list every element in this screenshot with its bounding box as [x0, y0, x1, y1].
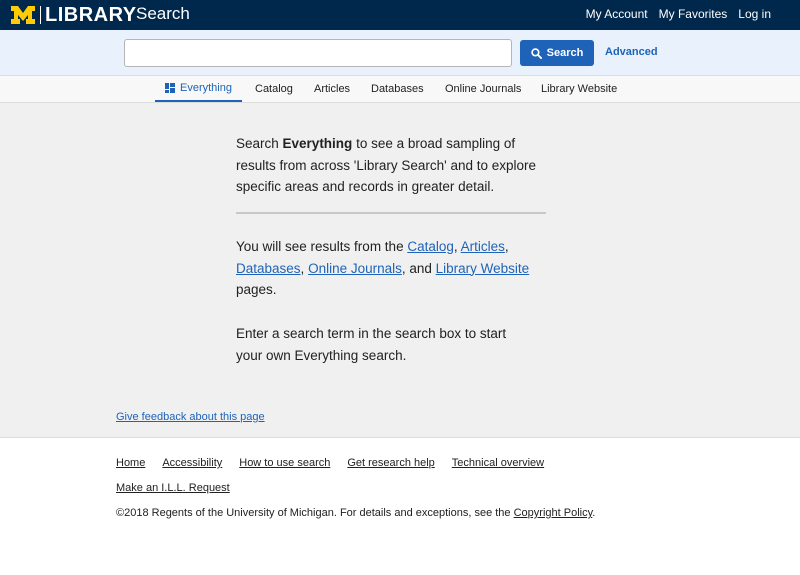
- feedback-link[interactable]: Give feedback about this page: [116, 410, 265, 424]
- library-website-link[interactable]: Library Website: [436, 261, 530, 276]
- articles-link[interactable]: Articles: [461, 239, 505, 254]
- search-input[interactable]: [124, 39, 512, 67]
- section-divider: [236, 212, 546, 214]
- copyright-policy-link[interactable]: Copyright Policy: [514, 507, 593, 519]
- app-title: Search: [136, 4, 190, 23]
- advanced-search-link[interactable]: Advanced: [605, 45, 658, 59]
- footer-research-help-link[interactable]: Get research help: [347, 456, 434, 470]
- intro-bold: Everything: [282, 136, 353, 151]
- site-footer: Home Accessibility How to use search Get…: [0, 439, 800, 575]
- footer-accessibility-link[interactable]: Accessibility: [162, 456, 222, 470]
- databases-link[interactable]: Databases: [236, 261, 301, 276]
- footer-technical-overview-link[interactable]: Technical overview: [452, 456, 544, 470]
- search-tabs: Everything Catalog Articles Databases On…: [0, 75, 800, 103]
- results-sources-text: You will see results from the Catalog, A…: [236, 239, 530, 297]
- tab-catalog[interactable]: Catalog: [255, 76, 293, 102]
- tab-everything[interactable]: Everything: [155, 76, 242, 102]
- main-content: Search Everything to see a broad samplin…: [0, 103, 800, 438]
- library-logo[interactable]: LIBRARY: [11, 4, 137, 26]
- footer-how-to-use-link[interactable]: How to use search: [239, 456, 330, 470]
- search-button[interactable]: Search: [520, 40, 594, 66]
- footer-links: Home Accessibility How to use search Get…: [116, 456, 544, 470]
- copyright-text: ©2018 Regents of the University of Michi…: [116, 507, 596, 519]
- log-in-link[interactable]: Log in: [738, 6, 771, 22]
- logo-text: LIBRARY: [45, 4, 137, 26]
- tab-library-website[interactable]: Library Website: [541, 76, 617, 102]
- catalog-link[interactable]: Catalog: [407, 239, 454, 254]
- my-favorites-link[interactable]: My Favorites: [659, 6, 728, 22]
- footer-home-link[interactable]: Home: [116, 456, 145, 470]
- intro-text: Search Everything to see a broad samplin…: [236, 136, 537, 194]
- tab-databases[interactable]: Databases: [371, 76, 424, 102]
- tab-articles[interactable]: Articles: [314, 76, 350, 102]
- tab-online-journals[interactable]: Online Journals: [445, 76, 521, 102]
- search-bar: Search Advanced: [0, 30, 800, 75]
- logo-divider: [40, 6, 41, 24]
- online-journals-link[interactable]: Online Journals: [308, 261, 402, 276]
- my-account-link[interactable]: My Account: [586, 6, 648, 22]
- block-m-logo-icon: [11, 6, 35, 24]
- tab-label: Everything: [180, 82, 232, 94]
- grid-icon: [165, 83, 175, 93]
- search-button-label: Search: [546, 47, 584, 59]
- instructions-text: Enter a search term in the search box to…: [236, 326, 507, 363]
- ill-request-link[interactable]: Make an I.L.L. Request: [116, 481, 230, 495]
- search-icon: [530, 47, 542, 59]
- account-links: My Account My Favorites Log in: [586, 6, 771, 22]
- site-header: LIBRARY Search My Account My Favorites L…: [0, 0, 800, 30]
